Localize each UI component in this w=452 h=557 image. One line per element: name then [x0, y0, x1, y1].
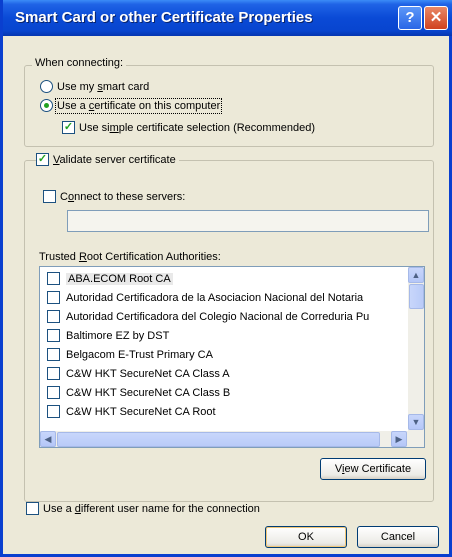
checkbox-connect-to-servers[interactable]: Connect to these servers: — [43, 189, 185, 205]
list-item[interactable]: Baltimore EZ by DST — [47, 327, 169, 345]
scroll-left-icon[interactable]: ◀ — [40, 431, 56, 447]
list-item[interactable]: Belgacom E-Trust Primary CA — [47, 346, 213, 364]
list-item[interactable]: ABA.ECOM Root CA — [47, 270, 173, 288]
check-simple-selection-box[interactable]: ✓ — [62, 120, 75, 134]
title-bar[interactable]: Smart Card or other Certificate Properti… — [3, 0, 452, 36]
list-item[interactable]: C&W HKT SecureNet CA Class A — [47, 365, 230, 383]
ok-button[interactable]: OK — [265, 526, 347, 548]
radio-use-certificate[interactable]: Use a certificate on this computer — [40, 98, 223, 114]
check-different-user-box[interactable] — [26, 501, 39, 515]
radio-certificate-indicator[interactable] — [40, 98, 53, 112]
vertical-scrollbar[interactable]: ▲ ▼ — [408, 267, 424, 431]
scroll-up-icon[interactable]: ▲ — [408, 267, 424, 283]
view-certificate-button[interactable]: View Certificate — [320, 458, 426, 480]
cancel-button[interactable]: Cancel — [357, 526, 439, 548]
list-item[interactable]: C&W HKT SecureNet CA Class B — [47, 384, 230, 402]
list-item[interactable]: C&W HKT SecureNet CA Root — [47, 403, 216, 421]
check-validate-box[interactable]: ✓ — [36, 152, 49, 166]
dialog-window: Smart Card or other Certificate Properti… — [0, 0, 452, 557]
checkbox-simple-certificate-selection[interactable]: ✓ Use simple certificate selection (Recom… — [62, 120, 315, 136]
trusted-root-list[interactable]: ABA.ECOM Root CA Autoridad Certificadora… — [39, 266, 425, 448]
horizontal-scrollbar[interactable]: ◀ ▶ — [40, 431, 424, 447]
checkbox-validate-server-certificate[interactable]: ✓ Validate server certificate — [36, 152, 179, 168]
radio-smart-card-indicator[interactable] — [40, 79, 53, 93]
servers-input[interactable] — [67, 210, 429, 232]
close-button[interactable]: ✕ — [424, 6, 448, 30]
check-connect-servers-box[interactable] — [43, 189, 56, 203]
radio-use-smart-card[interactable]: Use my smart card — [40, 79, 149, 95]
vertical-scroll-thumb[interactable] — [409, 284, 424, 309]
help-button[interactable]: ? — [398, 6, 422, 30]
list-item[interactable]: Autoridad Certificadora del Colegio Naci… — [47, 308, 369, 326]
window-title: Smart Card or other Certificate Properti… — [15, 9, 313, 26]
trusted-root-label: Trusted Root Certification Authorities: — [39, 251, 221, 263]
scroll-right-icon[interactable]: ▶ — [391, 431, 407, 447]
list-item[interactable]: Autoridad Certificadora de la Asociacion… — [47, 289, 363, 307]
scroll-down-icon[interactable]: ▼ — [408, 414, 424, 430]
when-connecting-legend: When connecting: — [32, 57, 127, 69]
checkbox-different-user-name[interactable]: Use a different user name for the connec… — [26, 501, 260, 517]
horizontal-scroll-thumb[interactable] — [57, 432, 380, 447]
